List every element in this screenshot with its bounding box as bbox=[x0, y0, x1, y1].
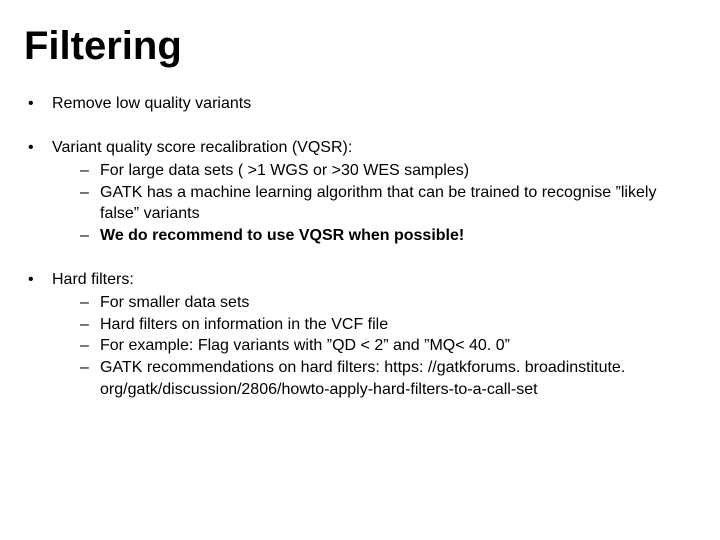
sub-bullet-text: For example: Flag variants with ”QD < 2”… bbox=[100, 337, 510, 354]
sub-bullet-list: For smaller data sets Hard filters on in… bbox=[52, 292, 696, 400]
sub-bullet-item: GATK recommendations on hard filters: ht… bbox=[80, 357, 696, 400]
sub-bullet-item: GATK has a machine learning algorithm th… bbox=[80, 182, 696, 225]
sub-bullet-text: GATK recommendations on hard filters: ht… bbox=[100, 359, 625, 398]
sub-bullet-text-bold: We do recommend to use VQSR when possibl… bbox=[100, 227, 464, 244]
bullet-text: Remove low quality variants bbox=[52, 95, 251, 112]
bullet-text: Hard filters: bbox=[52, 271, 134, 288]
sub-bullet-text: For smaller data sets bbox=[100, 294, 249, 311]
sub-bullet-text: Hard filters on information in the VCF f… bbox=[100, 316, 388, 333]
bullet-list: Remove low quality variants Variant qual… bbox=[24, 93, 696, 400]
bullet-item: Variant quality score recalibration (VQS… bbox=[28, 137, 696, 247]
bullet-item: Remove low quality variants bbox=[28, 93, 696, 115]
sub-bullet-item: For large data sets ( >1 WGS or >30 WES … bbox=[80, 160, 696, 182]
bullet-text: Variant quality score recalibration (VQS… bbox=[52, 139, 352, 156]
bullet-item: Hard filters: For smaller data sets Hard… bbox=[28, 269, 696, 401]
slide: Filtering Remove low quality variants Va… bbox=[0, 0, 720, 540]
sub-bullet-item: Hard filters on information in the VCF f… bbox=[80, 314, 696, 336]
sub-bullet-item: We do recommend to use VQSR when possibl… bbox=[80, 225, 696, 247]
sub-bullet-item: For example: Flag variants with ”QD < 2”… bbox=[80, 335, 696, 357]
sub-bullet-item: For smaller data sets bbox=[80, 292, 696, 314]
sub-bullet-text: For large data sets ( >1 WGS or >30 WES … bbox=[100, 162, 469, 179]
sub-bullet-text: GATK has a machine learning algorithm th… bbox=[100, 184, 656, 223]
page-title: Filtering bbox=[24, 24, 696, 69]
sub-bullet-list: For large data sets ( >1 WGS or >30 WES … bbox=[52, 160, 696, 246]
